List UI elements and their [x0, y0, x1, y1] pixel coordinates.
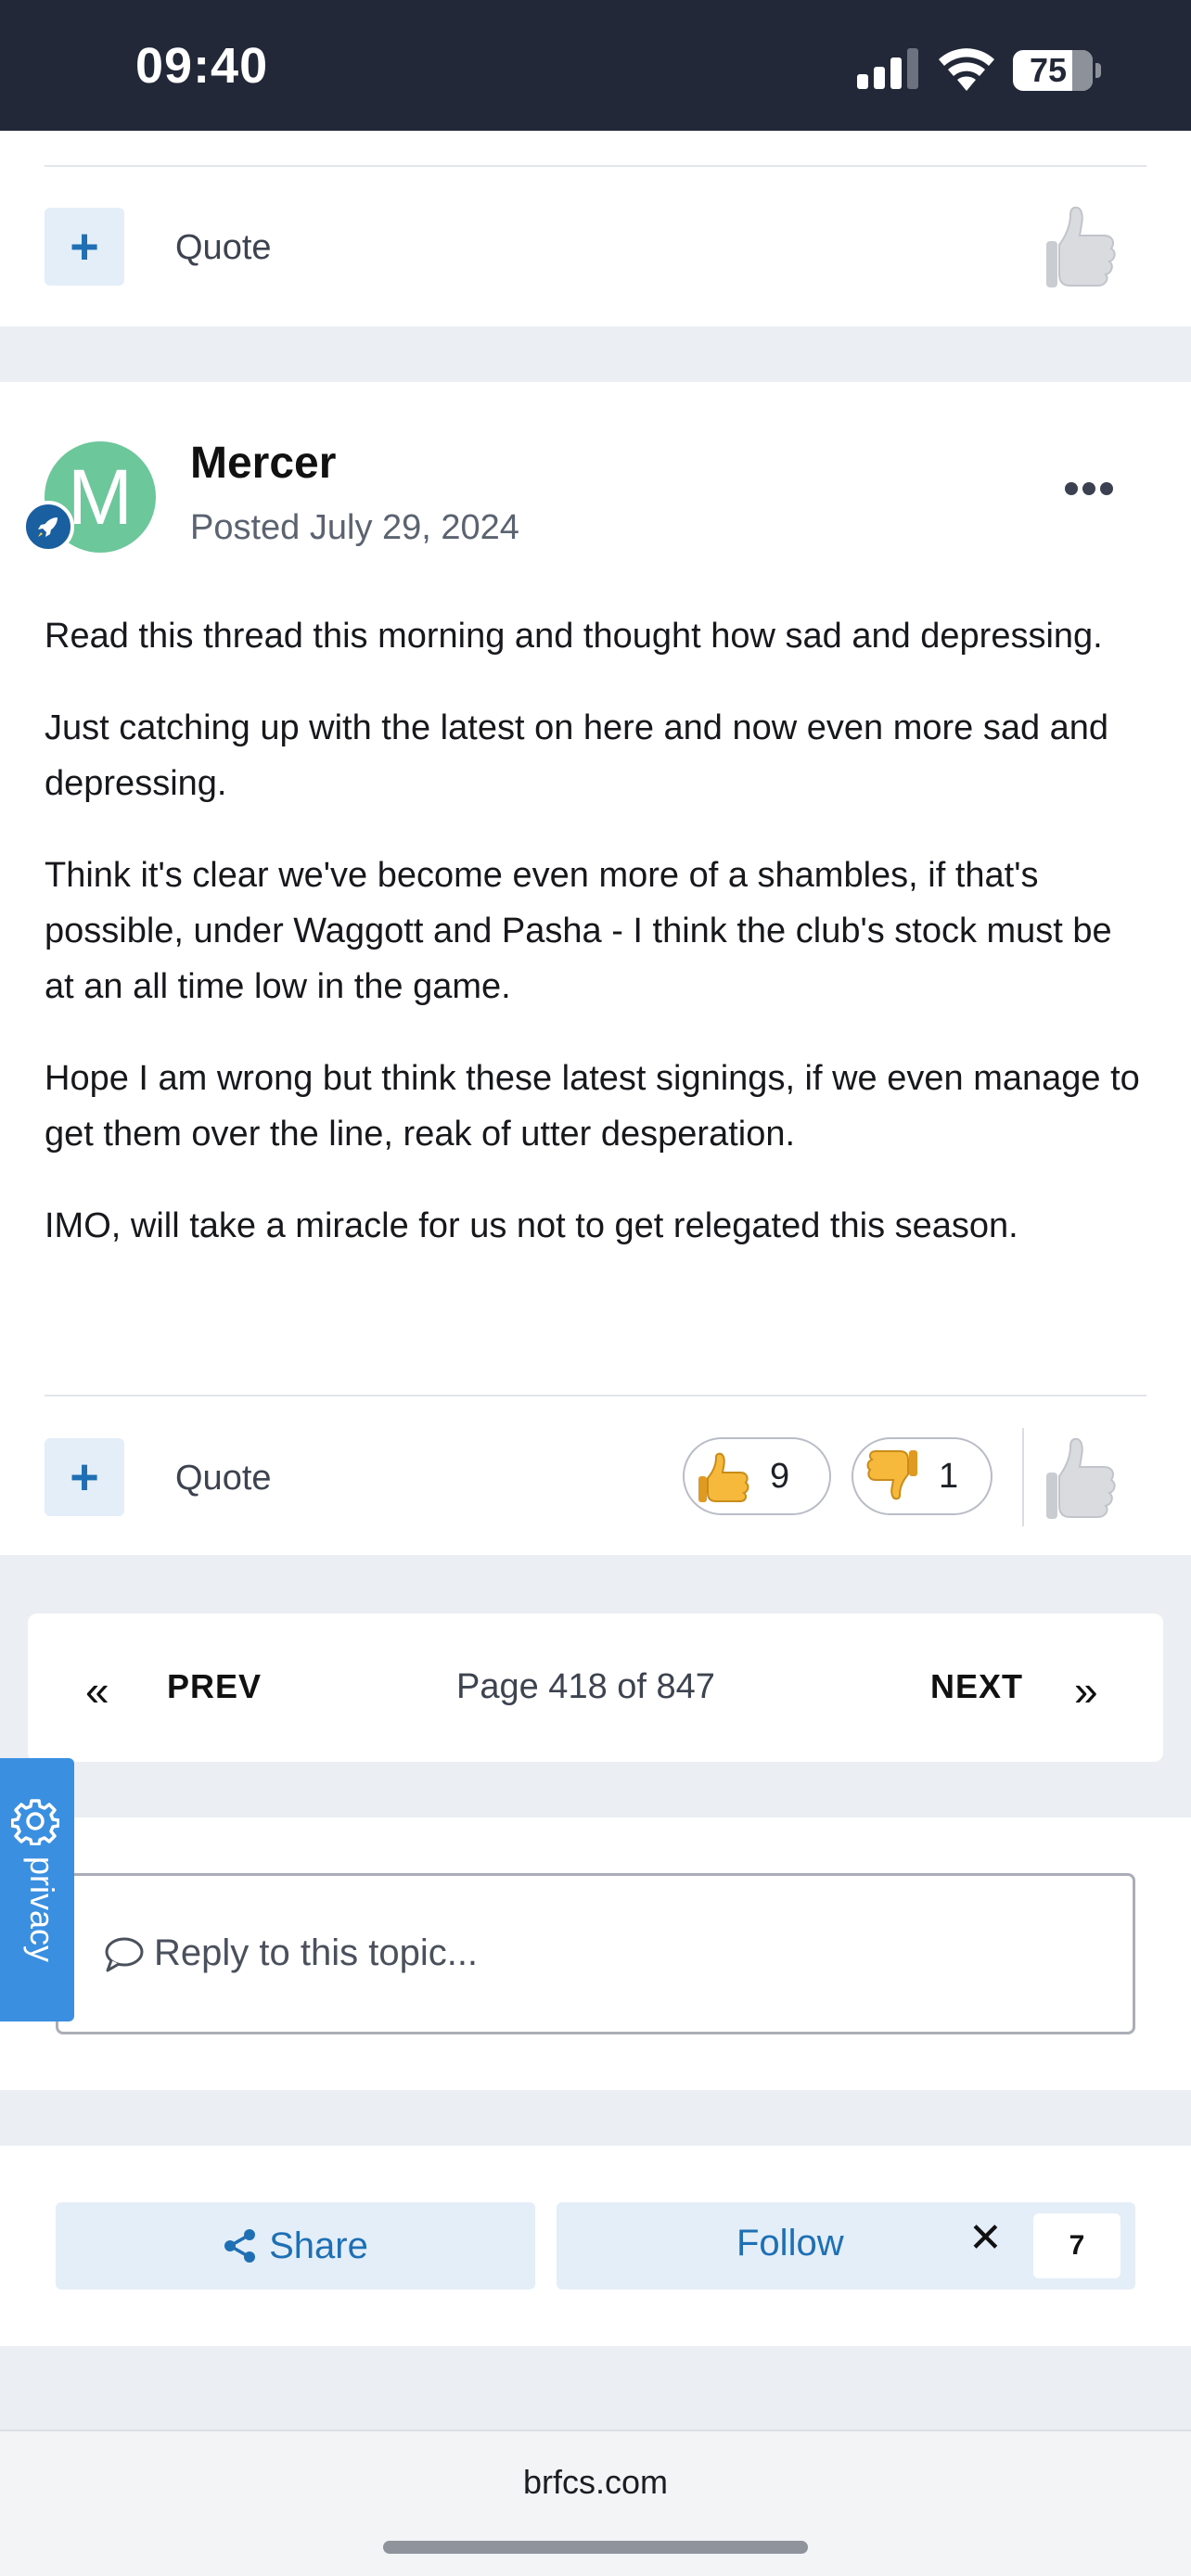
browser-address-bar[interactable] — [0, 2429, 1191, 2576]
author-name[interactable]: Mercer — [190, 438, 336, 489]
home-indicator[interactable] — [383, 2541, 808, 2554]
rank-badge — [22, 501, 74, 553]
quote-button[interactable]: Quote — [175, 1459, 272, 1498]
post-paragraph: Hope I am wrong but think these latest s… — [45, 1059, 1140, 1154]
post-date[interactable]: Posted July 29, 2024 — [190, 508, 519, 548]
wifi-icon — [939, 48, 994, 91]
prev-page-button[interactable]: PREV — [167, 1667, 262, 1706]
multiquote-add-button[interactable]: + — [45, 1438, 124, 1516]
double-chevron-left-icon[interactable]: « — [85, 1665, 109, 1715]
post-paragraph: Read this thread this morning and though… — [45, 617, 1103, 656]
post-paragraph: Think it's clear we've become even more … — [45, 856, 1112, 1006]
reaction-dislike-count: 1 — [939, 1456, 959, 1496]
thumbs-up-icon[interactable] — [1046, 204, 1117, 289]
multiquote-add-button[interactable]: + — [45, 208, 124, 286]
quote-button[interactable]: Quote — [175, 228, 272, 268]
share-button[interactable]: Share — [56, 2202, 535, 2289]
page-indicator[interactable]: Page 418 of 847 — [456, 1667, 715, 1707]
share-icon — [224, 2229, 256, 2263]
status-time: 09:40 — [135, 38, 269, 94]
reaction-like[interactable]: 9 — [683, 1437, 831, 1515]
gear-icon[interactable] — [11, 1797, 59, 1845]
follow-label[interactable]: Follow — [736, 2223, 844, 2264]
post-paragraph: IMO, will take a miracle for us not to g… — [45, 1206, 1018, 1245]
plus-icon: + — [70, 1449, 99, 1505]
divider — [1022, 1428, 1024, 1526]
battery-percent: 75 — [1029, 51, 1068, 89]
double-chevron-right-icon[interactable]: » — [1074, 1665, 1098, 1715]
thumbs-up-icon[interactable] — [1046, 1435, 1117, 1521]
speech-bubble-icon — [105, 1937, 144, 1972]
next-page-button[interactable]: NEXT — [930, 1667, 1023, 1706]
thumbs-down-icon — [866, 1450, 917, 1500]
reaction-dislike[interactable]: 1 — [852, 1437, 992, 1515]
post-content: Read this thread this morning and though… — [45, 608, 1148, 1290]
avatar-letter: M — [68, 453, 133, 541]
share-label: Share — [269, 2225, 368, 2266]
privacy-label[interactable]: privacy — [13, 1856, 61, 1986]
more-dots-icon[interactable] — [1065, 482, 1113, 499]
url-text[interactable]: brfcs.com — [0, 2463, 1191, 2502]
divider — [45, 1395, 1146, 1396]
rocket-icon — [38, 517, 58, 537]
cellular-signal-icon — [857, 48, 918, 89]
post-paragraph: Just catching up with the latest on here… — [45, 708, 1109, 803]
reply-placeholder[interactable]: Reply to this topic... — [154, 1932, 478, 1974]
plus-icon: + — [70, 219, 99, 274]
battery-icon: 75 — [1013, 50, 1102, 91]
divider — [45, 165, 1146, 167]
close-icon[interactable]: ✕ — [968, 2214, 1003, 2262]
reaction-like-count: 9 — [770, 1456, 790, 1496]
thumbs-up-icon — [698, 1452, 749, 1502]
follower-count[interactable]: 7 — [1033, 2213, 1121, 2278]
